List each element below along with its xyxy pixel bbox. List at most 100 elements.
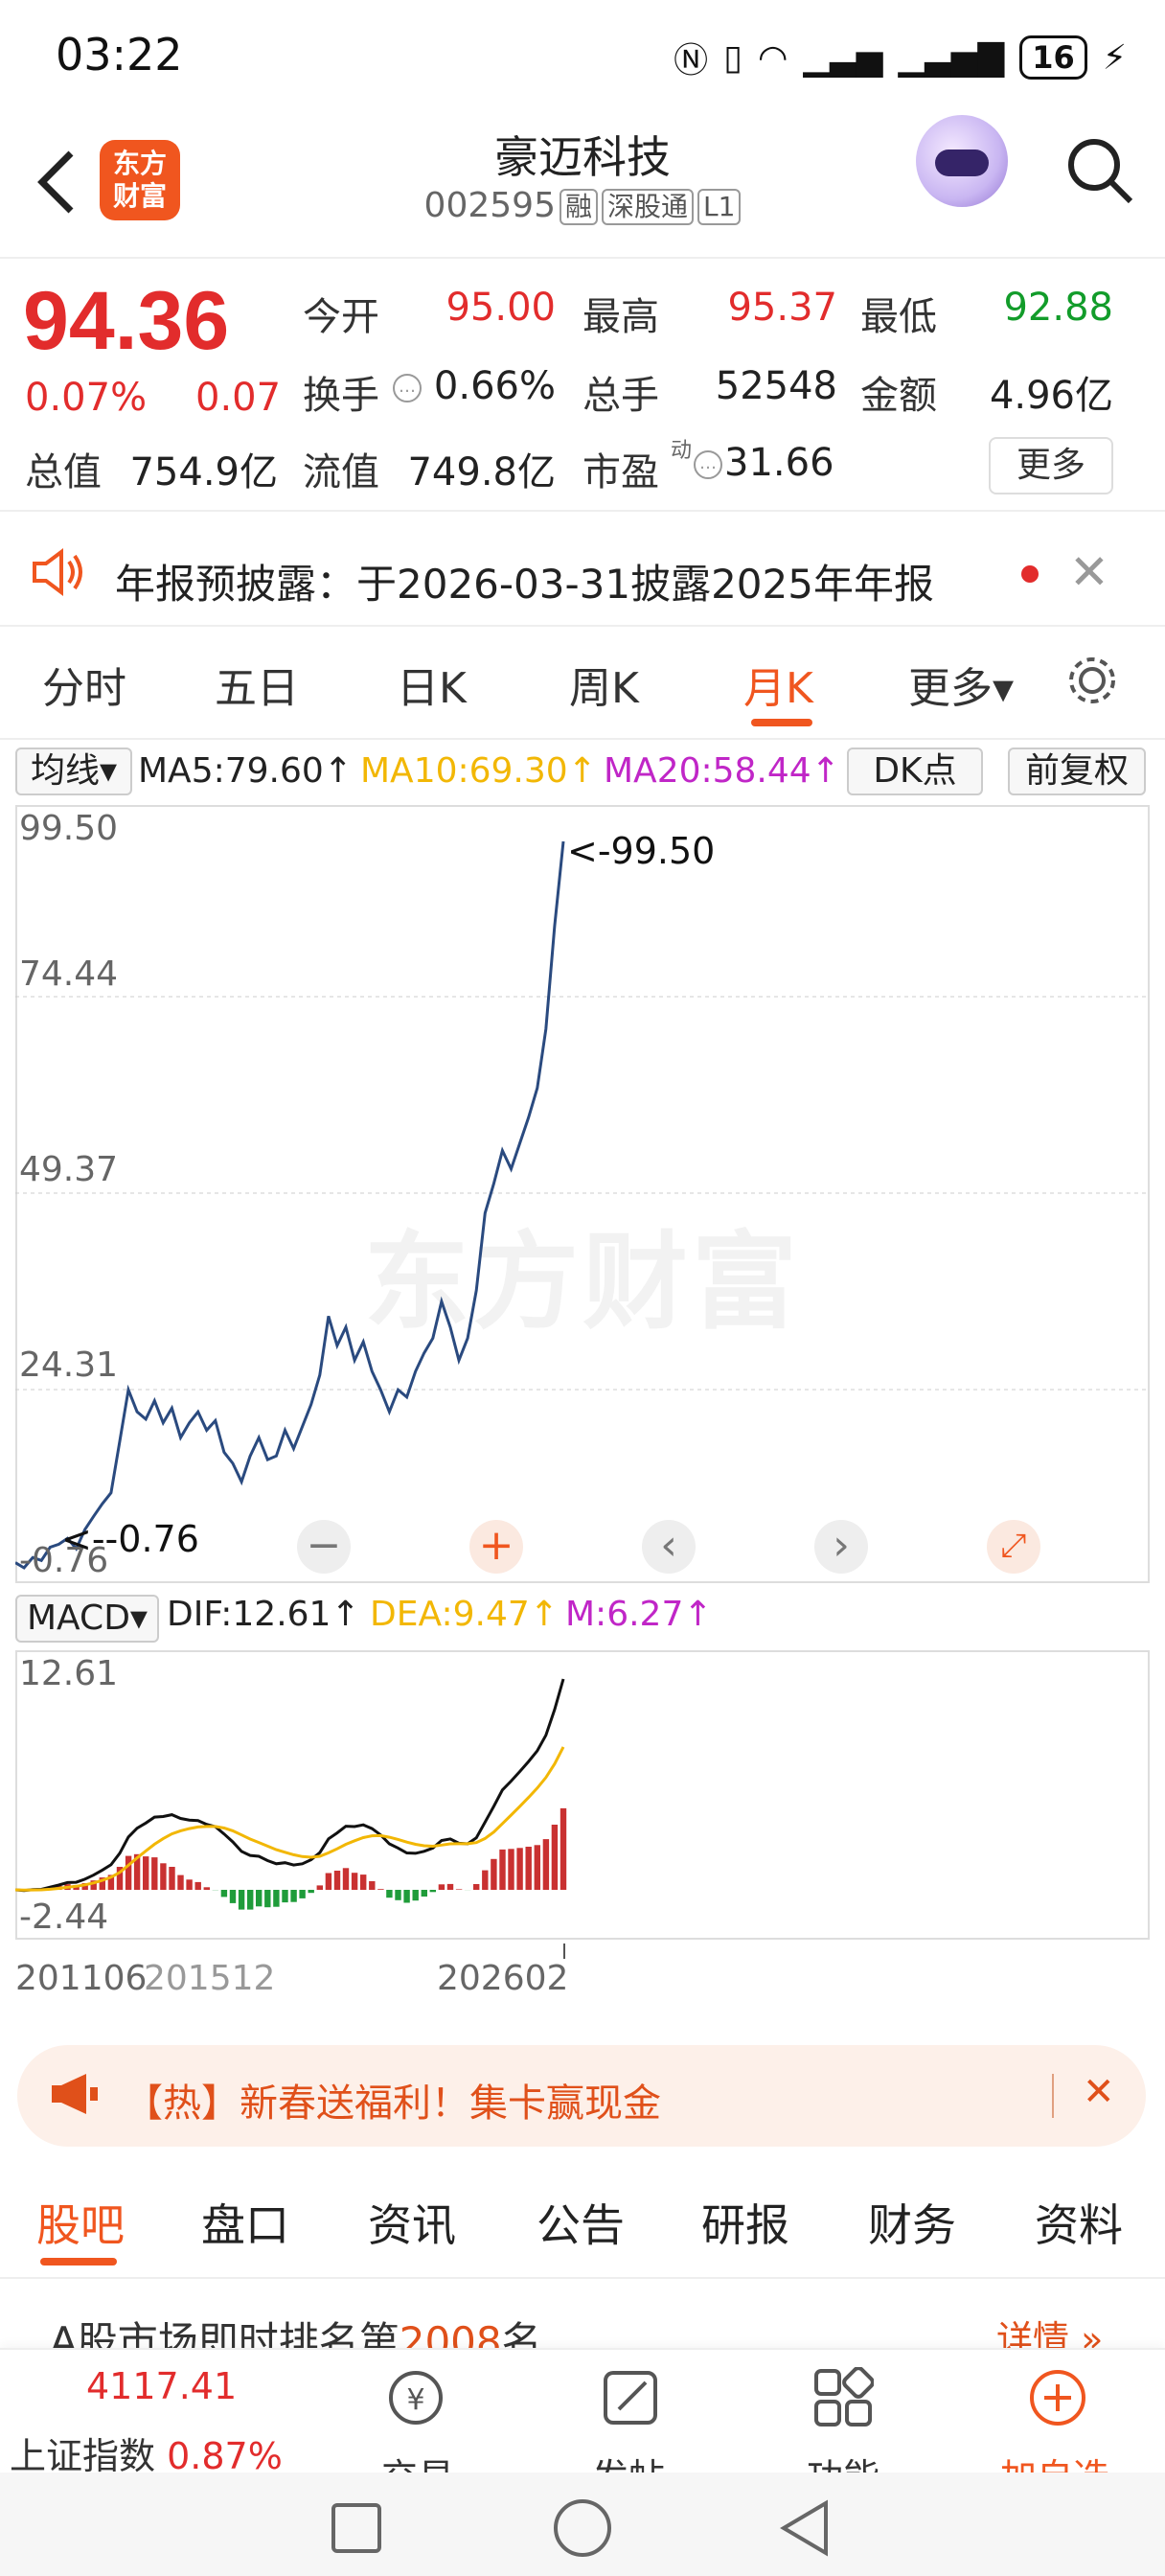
tab-pankou[interactable]: 盘口 xyxy=(201,2191,289,2254)
index-name[interactable]: 上证指数 0.87% xyxy=(10,2426,283,2479)
dif-line xyxy=(15,1678,565,1893)
minus-icon: − xyxy=(306,1521,342,1570)
macd-bar xyxy=(256,1890,263,1907)
plus-icon: + xyxy=(478,1521,514,1570)
tab-daily-k[interactable]: 日K xyxy=(397,654,467,715)
ma-selector[interactable]: 均线▾ xyxy=(15,748,132,795)
macd-bar xyxy=(333,1871,341,1890)
tab-more[interactable]: 更多▾ xyxy=(908,654,1014,715)
mcap-label: 总值 xyxy=(25,450,102,494)
macd-bar xyxy=(151,1857,158,1890)
chevron-left-icon: ‹ xyxy=(660,1521,677,1570)
index-value[interactable]: 4117.41 xyxy=(86,2365,237,2407)
macd-bar xyxy=(412,1890,419,1901)
last-price: 94.36 xyxy=(23,275,230,367)
macd-bar xyxy=(482,1870,489,1890)
date-start: 201106 xyxy=(15,1959,148,1998)
fullscreen-button[interactable]: ⤢ xyxy=(987,1520,1040,1574)
macd-bar xyxy=(421,1890,427,1897)
macd-bar xyxy=(395,1890,401,1900)
zoom-in-button[interactable]: + xyxy=(469,1520,523,1574)
macd-bar xyxy=(429,1890,436,1893)
more-quote-button[interactable]: 更多 xyxy=(989,437,1113,494)
tab-intraday[interactable]: 分时 xyxy=(42,654,126,715)
recent-apps-icon[interactable] xyxy=(331,2503,381,2553)
high-value: 95.37 xyxy=(727,286,837,330)
speaker-icon xyxy=(29,546,86,602)
svg-text:¥: ¥ xyxy=(406,2383,424,2417)
macd-bar xyxy=(499,1849,506,1890)
macd-top-label: 12.61 xyxy=(19,1654,119,1693)
tag-margin: 融 xyxy=(559,189,598,225)
macd-bar xyxy=(360,1874,367,1890)
macd-bar xyxy=(342,1868,350,1890)
change-pct: 0.07% xyxy=(25,376,148,420)
stock-code: 002595 xyxy=(423,186,556,225)
macd-bar xyxy=(508,1849,514,1890)
indicator-selector-label: MACD xyxy=(27,1598,130,1638)
macd-bar xyxy=(351,1873,358,1890)
low-value: 92.88 xyxy=(1003,286,1113,330)
macd-bar xyxy=(377,1889,384,1890)
tab-monthly-k[interactable]: 月K xyxy=(743,654,813,715)
tab-weekly-k[interactable]: 周K xyxy=(569,654,639,715)
battery-icon: 16 xyxy=(1019,35,1087,80)
date-mid: 201512 xyxy=(144,1959,276,1998)
date-end: 202602 xyxy=(437,1959,569,1998)
settings-gear-icon[interactable] xyxy=(1063,652,1121,713)
macd-bar xyxy=(160,1863,167,1890)
macd-bar xyxy=(229,1890,237,1903)
turnover-label: 换手 xyxy=(303,374,379,418)
tab-profile[interactable]: 资料 xyxy=(1035,2191,1123,2254)
ma5-value: MA5:79.60↑ xyxy=(138,751,353,791)
notice-text[interactable]: 年报预披露：于2026-03-31披露2025年年报 xyxy=(115,552,934,610)
macd-bar xyxy=(403,1890,410,1903)
pe-value: 31.66 xyxy=(724,441,834,485)
macd-bar xyxy=(438,1884,445,1890)
signal-icon: ▁▃▅ xyxy=(803,37,883,78)
macd-bar xyxy=(203,1887,210,1890)
dea-line xyxy=(15,1746,565,1892)
tab-news[interactable]: 资讯 xyxy=(368,2191,456,2254)
macd-bar xyxy=(386,1890,393,1898)
unread-dot xyxy=(1021,565,1039,583)
tab-finance[interactable]: 财务 xyxy=(868,2191,956,2254)
amount-label: 金额 xyxy=(860,374,937,418)
macd-bar xyxy=(169,1867,175,1890)
min-annotation: <--0.76 xyxy=(61,1518,199,1560)
search-button[interactable] xyxy=(1063,134,1136,207)
tab-five-day[interactable]: 五日 xyxy=(215,654,299,715)
tab-announcement[interactable]: 公告 xyxy=(537,2191,625,2254)
macd-bar xyxy=(455,1889,463,1890)
tab-research[interactable]: 研报 xyxy=(701,2191,789,2254)
scroll-left-button[interactable]: ‹ xyxy=(642,1520,696,1574)
banner-divider xyxy=(1052,2074,1054,2118)
adjust-button[interactable]: 前复权 xyxy=(1008,748,1146,795)
date-cursor xyxy=(563,1944,565,1959)
indicator-selector[interactable]: MACD▾ xyxy=(15,1595,159,1643)
back-nav-icon[interactable] xyxy=(778,2499,832,2561)
scroll-right-button[interactable]: › xyxy=(814,1520,868,1574)
promo-text[interactable]: 【热】新春送福利！集卡赢现金 xyxy=(125,2072,661,2128)
macd-bar xyxy=(264,1890,271,1908)
macd-bar xyxy=(194,1881,201,1890)
pe-info-icon[interactable]: … xyxy=(694,450,722,479)
status-icons: Ⓝ ▯ ◠ ▁▃▅ ▁▃▅▇ 16 ⚡ xyxy=(674,33,1127,82)
y-tick-3: 49.37 xyxy=(19,1150,119,1189)
zoom-out-button[interactable]: − xyxy=(297,1520,351,1574)
macd-bar xyxy=(282,1890,288,1903)
active-tab-indicator xyxy=(751,719,812,726)
amount-value: 4.96亿 xyxy=(989,374,1113,418)
info-icon[interactable]: … xyxy=(393,374,422,402)
home-icon[interactable] xyxy=(554,2499,611,2557)
macd-bar xyxy=(177,1874,184,1890)
y-tick-4: 24.31 xyxy=(19,1346,119,1385)
banner-close-icon[interactable]: ✕ xyxy=(1083,2070,1115,2114)
chevron-right-icon: › xyxy=(833,1521,850,1570)
tab-guba[interactable]: 股吧 xyxy=(36,2191,125,2254)
ma20-value: MA20:58.44↑ xyxy=(604,751,840,791)
dk-point-button[interactable]: DK点 xyxy=(847,748,983,795)
dif-value: DIF:12.61↑ xyxy=(167,1595,360,1634)
price-line xyxy=(15,840,565,1570)
close-icon[interactable]: ✕ xyxy=(1069,544,1109,600)
